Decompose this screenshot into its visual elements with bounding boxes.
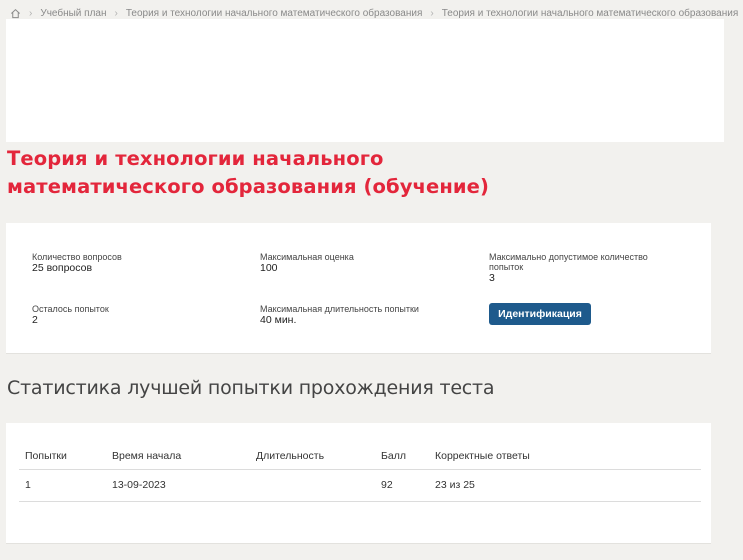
home-icon[interactable] <box>10 8 21 19</box>
breadcrumb-separator-icon: › <box>29 7 33 19</box>
breadcrumb-item-plan[interactable]: Учебный план <box>40 8 106 19</box>
max-duration-value: 40 мин. <box>260 314 297 326</box>
questions-count-label: Количество вопросов <box>32 252 122 262</box>
attempts-table: Попытки Время начала Длительность Балл К… <box>19 443 701 502</box>
cell-correct-answers: 23 из 25 <box>429 469 701 502</box>
cell-start-time: 13-09-2023 <box>106 469 250 502</box>
column-header-attempts: Попытки <box>19 443 106 470</box>
page-title-line2: математического образования (обучение) <box>7 175 489 198</box>
column-header-duration: Длительность <box>250 443 375 470</box>
table-header-row: Попытки Время начала Длительность Балл К… <box>19 443 701 470</box>
breadcrumb-item-current: Теория и технологии начального математич… <box>441 7 739 19</box>
max-attempts: Максимально допустимое количество попыто… <box>489 252 669 284</box>
cell-duration <box>250 469 375 502</box>
questions-count: Количество вопросов 25 вопросов <box>32 252 122 274</box>
max-duration-label: Максимальная длительность попытки <box>260 304 419 314</box>
test-info-card: Количество вопросов 25 вопросов Максимал… <box>6 223 711 354</box>
cell-attempt: 1 <box>19 469 106 502</box>
breadcrumb-separator-icon: › <box>114 7 118 19</box>
cell-score: 92 <box>375 469 429 502</box>
stats-card: Попытки Время начала Длительность Балл К… <box>6 423 711 544</box>
max-score-label: Максимальная оценка <box>260 252 354 262</box>
column-header-score: Балл <box>375 443 429 470</box>
remaining-attempts: Осталось попыток 2 <box>32 304 109 326</box>
column-header-start-time: Время начала <box>106 443 250 470</box>
remaining-attempts-value: 2 <box>32 314 38 326</box>
max-score-value: 100 <box>260 262 278 274</box>
max-score: Максимальная оценка 100 <box>260 252 354 274</box>
breadcrumb-separator-icon: › <box>430 7 434 19</box>
identification-button[interactable]: Идентификация <box>489 303 591 325</box>
column-header-correct-answers: Корректные ответы <box>429 443 701 470</box>
max-duration: Максимальная длительность попытки 40 мин… <box>260 304 419 326</box>
breadcrumb-item-course[interactable]: Теория и технологии начального математич… <box>126 8 423 19</box>
stats-title: Статистика лучшей попытки прохождения те… <box>7 377 495 399</box>
max-attempts-label: Максимально допустимое количество попыто… <box>489 252 648 272</box>
questions-count-value: 25 вопросов <box>32 262 93 274</box>
page-title-line1: Теория и технологии начального <box>7 147 384 170</box>
max-attempts-value: 3 <box>489 272 495 284</box>
table-row: 1 13-09-2023 92 23 из 25 <box>19 469 701 502</box>
banner <box>6 19 724 142</box>
page-title: Теория и технологии начального математич… <box>7 145 607 201</box>
remaining-attempts-label: Осталось попыток <box>32 304 109 314</box>
